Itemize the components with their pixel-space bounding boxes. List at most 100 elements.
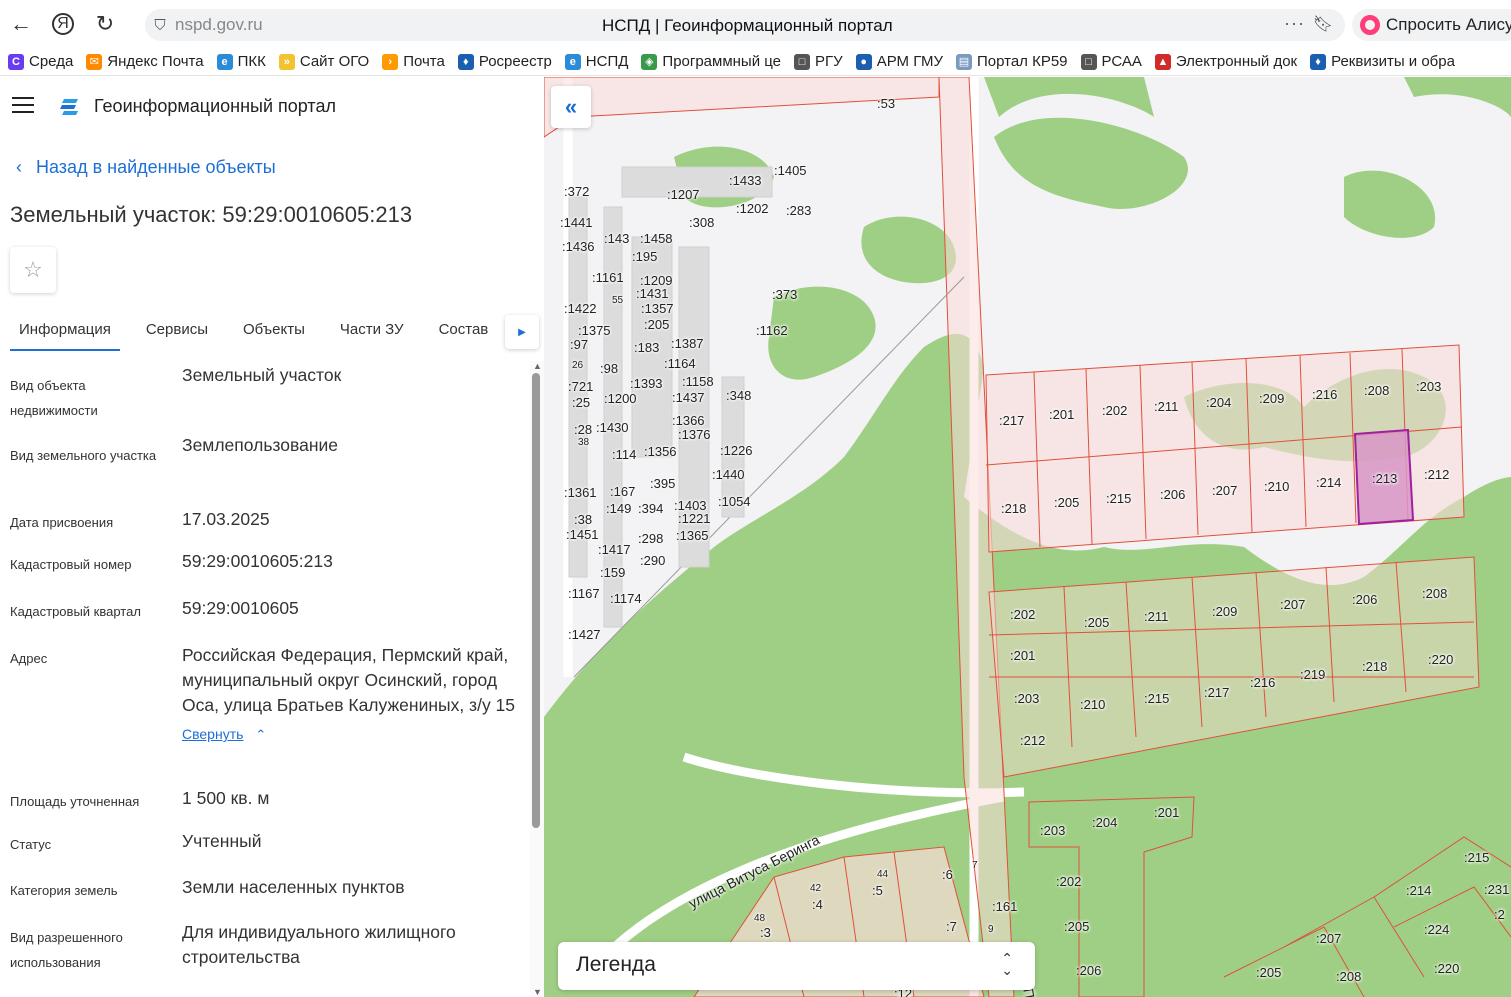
parcel-label: :25 xyxy=(572,395,591,410)
bookmark-item[interactable]: □ РСАА xyxy=(1080,53,1142,70)
chevron-up-icon: ⌃ xyxy=(255,727,267,742)
bookmark-item[interactable]: » Сайт ОГО xyxy=(278,53,369,70)
parcel-label: :149 xyxy=(606,501,632,516)
parcel-label: :7 xyxy=(946,919,957,934)
parcel-label: :208 xyxy=(1336,969,1362,984)
tab-services[interactable]: Сервисы xyxy=(137,315,217,351)
back-to-results-link[interactable]: ‹ Назад в найденные объекты xyxy=(16,157,276,178)
parcel-label: :1431 xyxy=(636,286,669,301)
parcel-label: :1356 xyxy=(644,444,677,459)
expand-icon[interactable]: ⌃ ⌄ xyxy=(1001,951,1013,977)
parcel-label: :208 xyxy=(1364,383,1390,398)
bookmark-item[interactable]: ♦ Реквизиты и обра xyxy=(1310,53,1455,70)
tab-composition[interactable]: Состав xyxy=(430,315,498,351)
parcel-label: :209 xyxy=(1259,391,1285,406)
parcel-label: :201 xyxy=(1154,805,1180,820)
collapse-panel-button[interactable]: « xyxy=(551,86,591,128)
address-bar[interactable]: ⛉ nspd.gov.ru НСПД | Геоинформационный п… xyxy=(145,9,1345,41)
menu-icon[interactable] xyxy=(12,97,34,118)
map-view[interactable]: :217:201:202:211:204:209:216:208:203:218… xyxy=(544,77,1511,997)
bookmark-item[interactable]: › Почта xyxy=(382,53,445,70)
parcel-label: :2 xyxy=(1494,907,1505,922)
more-icon[interactable]: ··· xyxy=(1284,13,1305,34)
collapse-link[interactable]: Свернуть ⌃ xyxy=(182,722,266,747)
house-number: 55 xyxy=(612,295,624,306)
favorite-star-button[interactable]: ☆ xyxy=(10,247,56,293)
back-arrow-icon[interactable]: ← xyxy=(0,6,42,42)
ask-alice-button[interactable]: Спросить Алису xyxy=(1352,9,1511,41)
scroll-up-icon[interactable]: ▲ xyxy=(533,361,542,371)
bookmark-icon: ▤ xyxy=(956,53,972,70)
bookmark-item[interactable]: e НСПД xyxy=(564,53,629,70)
parcel-label: :1226 xyxy=(720,443,753,458)
bookmark-item[interactable]: ▲ Электронный док xyxy=(1154,53,1297,70)
parcel-label: :205 xyxy=(1256,965,1282,980)
alice-icon xyxy=(1360,15,1380,35)
tabs-next-button[interactable]: ▶ xyxy=(505,315,539,349)
bookmark-label: РГУ xyxy=(815,53,843,70)
bookmark-item[interactable]: ▤ Портал КР59 xyxy=(956,53,1068,70)
bookmark-item[interactable]: ✉ Яндекс Почта xyxy=(86,53,204,70)
property-label: Вид разрешенного использования xyxy=(10,930,123,970)
bookmark-label: РСАА xyxy=(1101,53,1142,70)
parcel-label: :207 xyxy=(1212,483,1238,498)
bookmark-item[interactable]: C Среда xyxy=(8,53,73,70)
bookmark-label: НСПД xyxy=(585,53,629,70)
scrollbar-thumb[interactable] xyxy=(532,373,540,828)
parcel-label: :159 xyxy=(600,565,626,580)
bookmark-item[interactable]: ● АРМ ГМУ xyxy=(855,53,943,70)
bookmark-item[interactable]: e ПКК xyxy=(216,53,266,70)
panel-scrollbar[interactable]: ▲ ▼ xyxy=(530,361,544,997)
yandex-icon[interactable]: Я xyxy=(42,6,84,42)
parcel-label: :1174 xyxy=(610,591,642,606)
parcel-label: :205 xyxy=(1084,615,1110,630)
parcel-label: :211 xyxy=(1154,399,1179,414)
parcel-label: :207 xyxy=(1280,597,1306,612)
property-value: 59:29:0010605 xyxy=(182,598,299,618)
shield-icon: ⛉ xyxy=(154,16,166,34)
parcel-label: :1405 xyxy=(774,163,807,178)
parcel-label: :215 xyxy=(1106,491,1132,506)
parcel-label: :1207 xyxy=(667,187,700,202)
scroll-down-icon[interactable]: ▼ xyxy=(533,987,542,997)
parcel-label: :217 xyxy=(1204,685,1230,700)
tabs: Информация Сервисы Объекты Части ЗУ Сост… xyxy=(10,315,540,351)
parcel-label: :4 xyxy=(812,897,823,912)
property-value: 17.03.2025 xyxy=(182,509,270,529)
parcel-label: :1387 xyxy=(671,336,704,351)
legend-panel[interactable]: Легенда ⌃ ⌄ xyxy=(558,942,1035,990)
property-label: Вид объекта недвижимости xyxy=(10,378,98,418)
bookmark-icon[interactable]: 🔖︎ xyxy=(1313,14,1333,34)
parcel-label: :1440 xyxy=(712,467,745,482)
portal-title: Геоинформационный портал xyxy=(94,96,336,116)
parcel-label: :218 xyxy=(1362,659,1388,674)
ask-alice-label: Спросить Алису xyxy=(1386,15,1511,34)
parcel-label: :5 xyxy=(872,883,883,898)
parcel-label: :202 xyxy=(1056,874,1082,889)
tab-objects[interactable]: Объекты xyxy=(234,315,314,351)
parcel-label: :220 xyxy=(1428,652,1454,667)
chevron-right-icon: ▶ xyxy=(518,326,526,338)
parcel-label: :1393 xyxy=(630,376,663,391)
tab-parts[interactable]: Части ЗУ xyxy=(331,315,413,351)
house-number: 42 xyxy=(810,883,822,894)
parcel-label: :231 xyxy=(1484,882,1510,897)
reload-icon[interactable]: ↻ xyxy=(84,6,126,42)
bookmark-label: Среда xyxy=(29,53,74,70)
tab-information[interactable]: Информация xyxy=(10,315,120,351)
bookmark-item[interactable]: ♦ Росреестр xyxy=(457,53,552,70)
house-number: 7 xyxy=(972,860,978,871)
parcel-label: :1365 xyxy=(676,528,709,543)
bookmark-icon: ● xyxy=(855,53,872,70)
parcel-label: :210 xyxy=(1264,479,1290,494)
parcel-label: :208 xyxy=(1422,586,1448,601)
chevron-left-icon: ‹ xyxy=(16,157,22,177)
parcel-label: :1366 xyxy=(672,413,705,428)
bookmark-item[interactable]: □ РГУ xyxy=(794,53,843,70)
bookmark-item[interactable]: ◈ Программный це xyxy=(641,53,781,70)
parcel-label: :1375 xyxy=(578,323,611,338)
object-title: Земельный участок: 59:29:0010605:213 xyxy=(10,202,413,227)
parcel-label: :1361 xyxy=(564,485,597,500)
parcel-label: :215 xyxy=(1144,691,1170,706)
parcel-label: :212 xyxy=(1020,733,1046,748)
